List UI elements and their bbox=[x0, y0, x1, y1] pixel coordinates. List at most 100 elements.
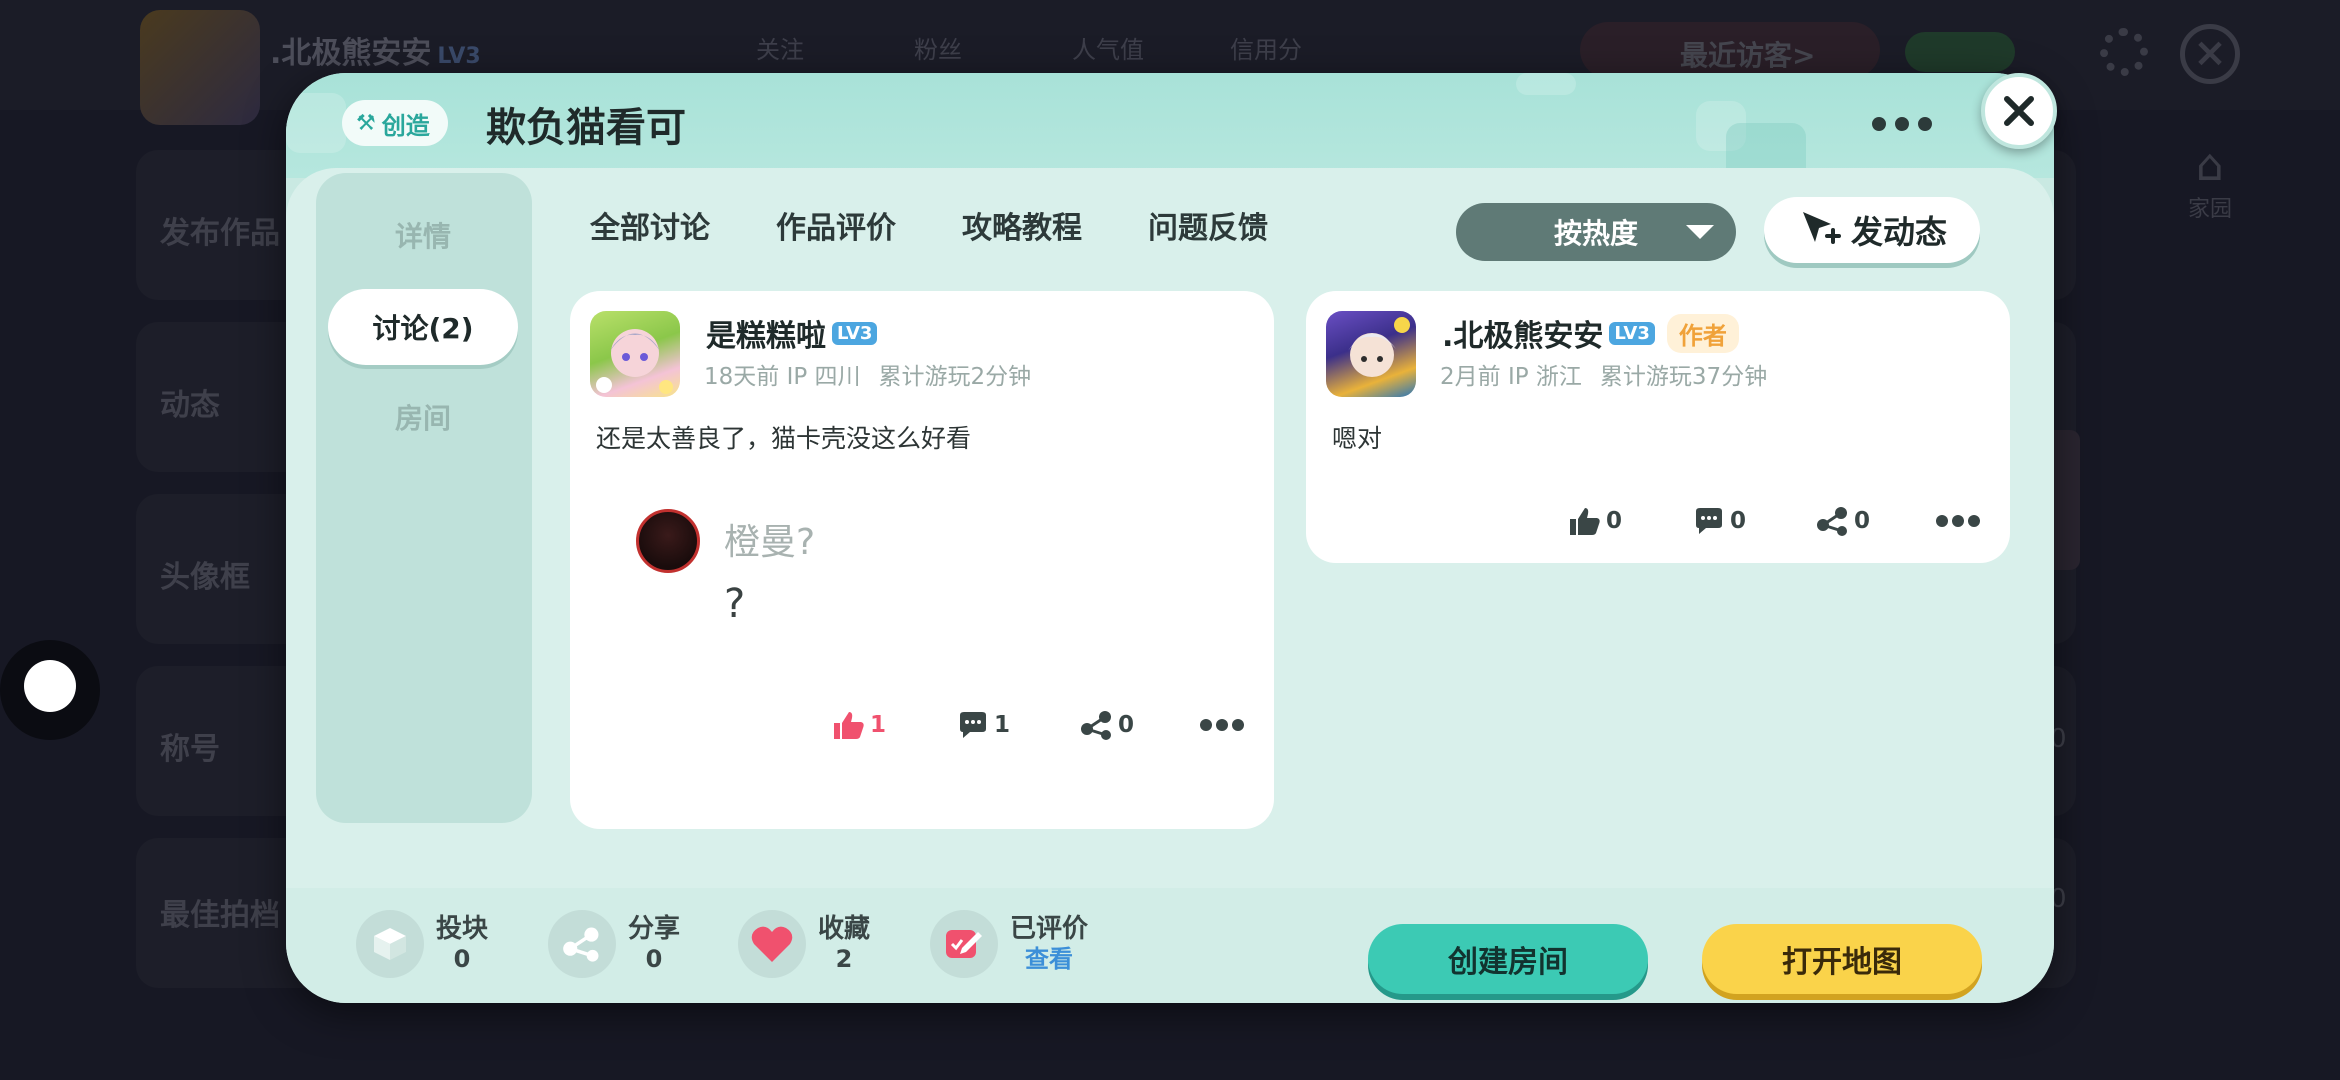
reply-content: ? bbox=[724, 581, 746, 627]
background-row-label: 称号 bbox=[160, 732, 220, 767]
post-update-label: 发动态 bbox=[1850, 213, 1947, 251]
sidebar-item-discussion[interactable]: 讨论(2) bbox=[328, 289, 518, 365]
background-row-label: 最佳拍档 bbox=[160, 898, 280, 933]
comment-count: 0 bbox=[1730, 508, 1747, 534]
post-content: 嗯对 bbox=[1332, 424, 1383, 453]
stat-value: 0 bbox=[453, 945, 471, 973]
share-icon bbox=[1081, 711, 1111, 740]
share-button[interactable]: 0 bbox=[1816, 505, 1936, 537]
sidebar-item-details[interactable]: 详情 bbox=[328, 197, 518, 273]
heart-icon bbox=[738, 910, 806, 978]
discussion-post-card[interactable]: 是糕糕啦 LV3 18天前 IP 四川 累计游玩2分钟 还是太善良了，猫卡壳没这… bbox=[570, 291, 1274, 829]
share-icon bbox=[1817, 507, 1847, 536]
background-gear-icon bbox=[2100, 28, 2148, 76]
comment-count: 1 bbox=[994, 712, 1011, 738]
map-detail-dialog: ⚒ 创造 欺负猫看可 详情 讨论(2) 房间 全部讨论 作品评价 攻略教程 问题… bbox=[286, 73, 2054, 1003]
stat-favorite[interactable]: 收藏 2 bbox=[738, 910, 870, 978]
share-button[interactable]: 0 bbox=[1080, 709, 1200, 741]
stat-label: 投块 bbox=[436, 914, 489, 944]
post-more-icon[interactable] bbox=[1200, 719, 1244, 731]
post-playtime: 累计游玩2分钟 bbox=[878, 364, 1032, 390]
stat-label: 分享 bbox=[628, 914, 681, 944]
share-count: 0 bbox=[1118, 712, 1135, 738]
close-dialog-button[interactable] bbox=[1981, 73, 2057, 149]
post-playtime: 累计游玩37分钟 bbox=[1599, 364, 1768, 390]
avatar-illustration bbox=[1348, 317, 1410, 377]
user-avatar[interactable] bbox=[1326, 311, 1416, 397]
post-username[interactable]: .北极熊安安 LV3 作者 bbox=[1442, 311, 1739, 355]
stat-value: 2 bbox=[835, 945, 853, 973]
map-title: 欺负猫看可 bbox=[486, 105, 686, 151]
background-profile-name: .北极熊安安 LV3 bbox=[270, 36, 481, 71]
discussion-post-card[interactable]: .北极熊安安 LV3 作者 2月前 IP 浙江 累计游玩37分钟 嗯对 0 0 … bbox=[1306, 291, 2010, 563]
background-tab-fans: 粉丝 bbox=[914, 36, 962, 64]
like-count: 0 bbox=[1606, 508, 1623, 534]
post-meta: 18天前 IP 四川 累计游玩2分钟 bbox=[704, 357, 1031, 391]
comment-icon bbox=[960, 712, 986, 738]
create-room-button[interactable]: 创建房间 bbox=[1368, 924, 1648, 994]
post-username[interactable]: 是糕糕啦 LV3 bbox=[706, 311, 878, 355]
detail-sidebar: 详情 讨论(2) 房间 bbox=[316, 173, 532, 823]
background-visitors-label: 最近访客> bbox=[1680, 39, 1816, 72]
comment-icon bbox=[1696, 508, 1722, 534]
reply-username: 橙曼? bbox=[724, 522, 816, 563]
post-more-icon[interactable] bbox=[1936, 515, 1980, 527]
background-close-icon: × bbox=[2180, 24, 2240, 84]
dialog-footer: 投块 0 分享 0 收藏 2 已评价 查看 创建房间 打开地图 bbox=[286, 888, 2054, 1003]
stat-label: 收藏 bbox=[818, 914, 871, 944]
background-row-label: 头像框 bbox=[160, 560, 250, 595]
post-meta: 2月前 IP 浙江 累计游玩37分钟 bbox=[1440, 357, 1767, 391]
background-status-pill bbox=[1905, 32, 2015, 72]
tab-feedback[interactable]: 问题反馈 bbox=[1148, 203, 1268, 247]
background-home-icon: ⌂ 家园 bbox=[2187, 140, 2232, 222]
comment-button[interactable]: 0 bbox=[1692, 505, 1816, 537]
tab-reviews[interactable]: 作品评价 bbox=[776, 203, 896, 247]
sidebar-item-rooms[interactable]: 房间 bbox=[328, 379, 518, 455]
background-row-label: 动态 bbox=[160, 388, 220, 423]
post-update-button[interactable]: 发动态 bbox=[1764, 197, 1980, 263]
view-review-link[interactable]: 查看 bbox=[1025, 944, 1073, 974]
create-category-tag[interactable]: ⚒ 创造 bbox=[342, 100, 448, 146]
author-badge: 作者 bbox=[1666, 313, 1739, 353]
block-icon bbox=[356, 910, 424, 978]
more-options-icon[interactable] bbox=[1872, 109, 1932, 139]
background-row-label: 发布作品 bbox=[160, 216, 280, 251]
sort-dropdown[interactable]: 按热度 bbox=[1456, 203, 1736, 261]
chevron-down-icon bbox=[1686, 225, 1714, 239]
post-actions: 0 0 0 bbox=[1568, 505, 1980, 537]
stat-reviewed[interactable]: 已评价 查看 bbox=[930, 910, 1088, 978]
tab-all-discussions[interactable]: 全部讨论 bbox=[590, 203, 710, 247]
like-count: 1 bbox=[870, 712, 887, 738]
comment-button[interactable]: 1 bbox=[956, 709, 1080, 741]
discussion-tabs: 全部讨论 作品评价 攻略教程 问题反馈 bbox=[590, 203, 1268, 247]
header-decoration bbox=[286, 93, 346, 153]
stat-block-vote[interactable]: 投块 0 bbox=[356, 910, 488, 978]
create-tag-label: 创造 bbox=[381, 111, 430, 140]
stat-label: 已评价 bbox=[1010, 914, 1089, 944]
header-decoration bbox=[1516, 73, 1576, 95]
open-map-button[interactable]: 打开地图 bbox=[1702, 924, 1982, 994]
background-tab-follow: 关注 bbox=[756, 36, 804, 64]
review-icon bbox=[930, 910, 998, 978]
sort-label: 按热度 bbox=[1553, 217, 1638, 250]
close-icon bbox=[2004, 96, 2034, 126]
like-button[interactable]: 1 bbox=[832, 709, 956, 741]
floating-assist-dot[interactable] bbox=[24, 660, 76, 712]
cursor-plus-icon bbox=[1802, 212, 1841, 244]
hammer-icon: ⚒ bbox=[356, 110, 376, 136]
background-tab-credit: 信用分 bbox=[1230, 36, 1302, 64]
share-count: 0 bbox=[1854, 508, 1871, 534]
post-content: 还是太善良了，猫卡壳没这么好看 bbox=[596, 424, 972, 453]
level-badge: LV3 bbox=[832, 321, 878, 345]
post-time: 2月前 IP 浙江 bbox=[1440, 364, 1582, 390]
user-avatar[interactable] bbox=[590, 311, 680, 397]
like-button[interactable]: 0 bbox=[1568, 505, 1692, 537]
avatar-illustration bbox=[596, 329, 673, 394]
tab-guides[interactable]: 攻略教程 bbox=[962, 203, 1082, 247]
stat-value: 0 bbox=[645, 945, 663, 973]
thumbs-up-icon bbox=[1570, 508, 1600, 535]
reply-avatar[interactable] bbox=[636, 509, 700, 573]
stat-share[interactable]: 分享 0 bbox=[548, 910, 680, 978]
post-actions: 1 1 0 bbox=[832, 709, 1244, 741]
background-profile-avatar bbox=[140, 10, 260, 125]
